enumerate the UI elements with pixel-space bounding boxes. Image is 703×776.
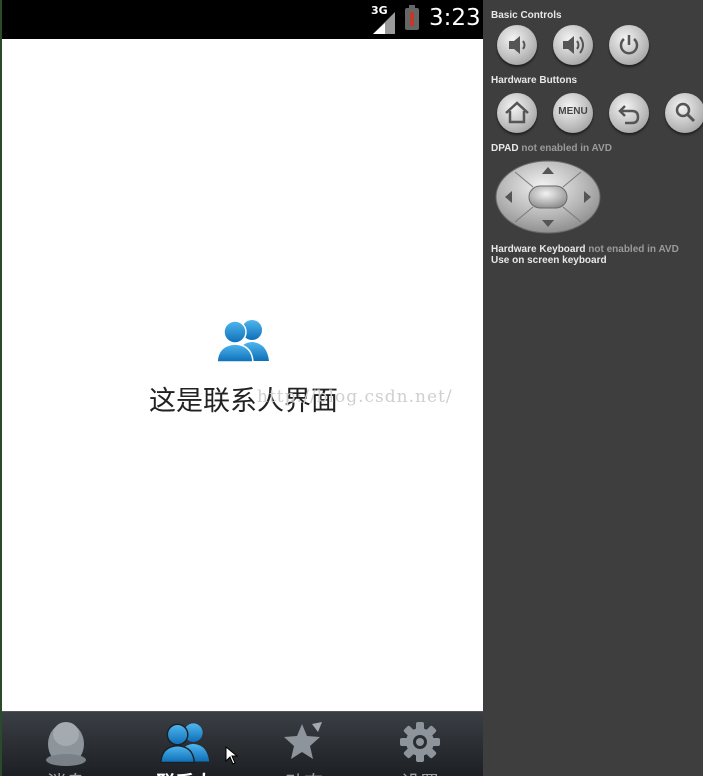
tab-settings[interactable]: 设置 [360, 712, 480, 776]
contacts-icon [160, 723, 210, 764]
star-icon [284, 722, 322, 759]
tab-label-settings: 设置 [360, 768, 480, 776]
volume-down-icon [509, 36, 526, 54]
dpad-title: DPAD not enabled in AVD [491, 143, 612, 154]
keyboard-note: Use on screen keyboard [491, 255, 607, 266]
basic-controls-title: Basic Controls [491, 10, 562, 21]
gear-icon [400, 722, 440, 762]
dpad-status: not enabled in AVD [521, 143, 612, 154]
dpad-label: DPAD [491, 143, 519, 154]
android-screen: 3G 3:23 这是联系人界面 http://blog.csdn.net/ [0, 0, 483, 776]
hardware-buttons-title: Hardware Buttons [491, 75, 578, 86]
power-button[interactable] [609, 25, 649, 65]
tab-feed[interactable]: 动态 [244, 712, 364, 776]
home-button[interactable] [497, 93, 537, 133]
tab-label-messages: 消息 [6, 768, 126, 776]
menu-button[interactable]: MENU [553, 93, 593, 133]
contacts-icon [216, 320, 269, 363]
battery-icon [405, 5, 419, 30]
watermark: http://blog.csdn.net/ [257, 387, 453, 407]
menu-button-label: MENU [558, 106, 588, 117]
keyboard-status: not enabled in AVD [588, 244, 679, 255]
tab-label-contacts: 联系人 [125, 768, 245, 776]
search-icon [675, 102, 696, 123]
qq-penguin-icon [46, 722, 86, 766]
hardware-keyboard-title: Hardware Keyboard not enabled in AVD [491, 244, 679, 255]
contacts-page: 这是联系人界面 http://blog.csdn.net/ [2, 39, 483, 711]
volume-up-icon [563, 36, 584, 54]
tab-messages[interactable]: 消息 [6, 712, 126, 776]
back-icon [618, 105, 640, 125]
tab-label-feed: 动态 [244, 768, 364, 776]
dpad-control[interactable] [495, 160, 601, 234]
home-icon [505, 101, 529, 124]
emulator-control-panel: Basic Controls Hardware Buttons MENU DPA… [483, 0, 703, 776]
volume-down-button[interactable] [497, 25, 537, 65]
tab-contacts[interactable]: 联系人 [125, 712, 245, 776]
back-button[interactable] [609, 93, 649, 133]
keyboard-label: Hardware Keyboard [491, 244, 586, 255]
search-button[interactable] [665, 93, 703, 133]
volume-up-button[interactable] [553, 25, 593, 65]
signal-icon [373, 12, 395, 34]
status-clock: 3:23 [429, 5, 481, 31]
mouse-cursor-icon [225, 746, 239, 765]
status-bar: 3G 3:23 [2, 0, 483, 39]
power-icon [619, 35, 639, 55]
bottom-tab-bar: 消息 联系人 动态 [2, 711, 483, 776]
